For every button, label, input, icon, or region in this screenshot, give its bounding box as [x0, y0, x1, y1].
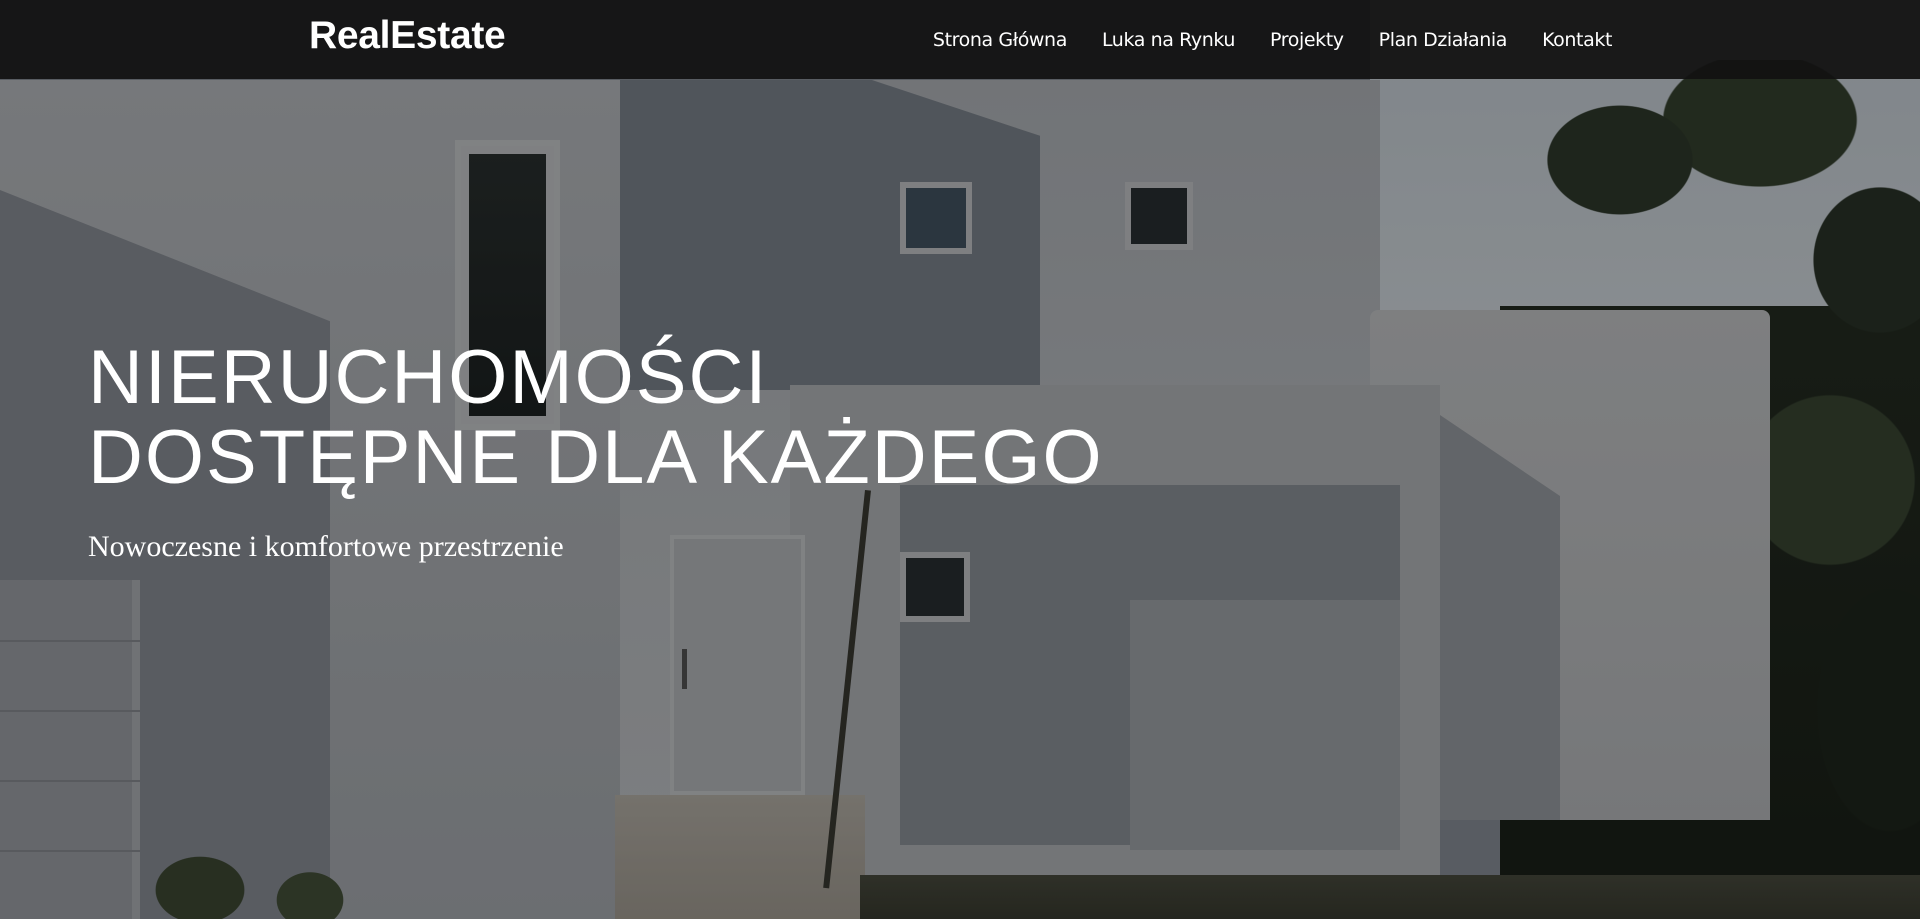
brand-logo[interactable]: RealEstate: [309, 14, 506, 58]
hero-title: NIERUCHOMOŚCI DOSTĘPNE DLA KAŻDEGO: [88, 338, 1104, 498]
nav-link-projekty[interactable]: Projekty: [1270, 29, 1344, 51]
hero-title-line-1: NIERUCHOMOŚCI: [88, 335, 769, 420]
hero-title-line-2: DOSTĘPNE DLA KAŻDEGO: [88, 415, 1104, 500]
navbar: RealEstate Strona Główna Luka na Rynku P…: [0, 0, 1920, 79]
nav-links: Strona Główna Luka na Rynku Projekty Pla…: [933, 0, 1612, 79]
hero-subtitle: Nowoczesne i komfortowe przestrzenie: [88, 530, 564, 563]
page: RealEstate Strona Główna Luka na Rynku P…: [0, 0, 1920, 919]
nav-link-strona-glowna[interactable]: Strona Główna: [933, 29, 1067, 51]
nav-link-plan-dzialania[interactable]: Plan Działania: [1379, 29, 1508, 51]
nav-link-kontakt[interactable]: Kontakt: [1542, 29, 1612, 51]
nav-link-luka-na-rynku[interactable]: Luka na Rynku: [1102, 29, 1235, 51]
hero-content: NIERUCHOMOŚCI DOSTĘPNE DLA KAŻDEGO Nowoc…: [88, 338, 1104, 564]
